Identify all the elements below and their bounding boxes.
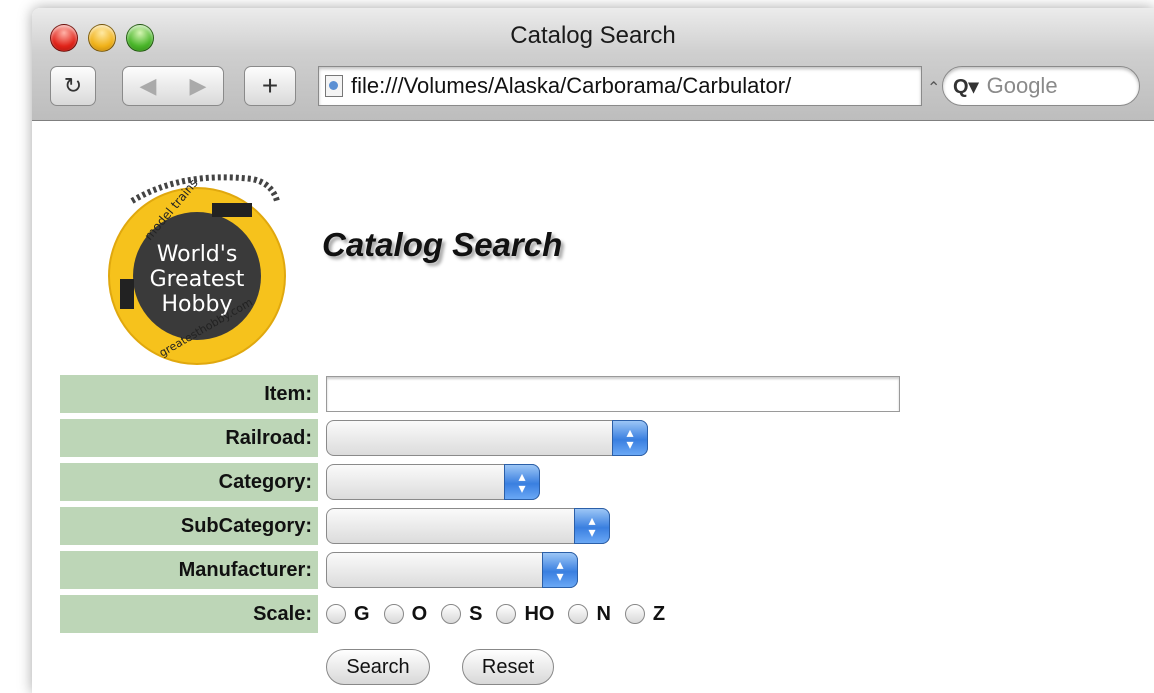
- greatest-hobby-logo: World's Greatest Hobby model trains grea…: [108, 174, 286, 365]
- subcategory-field-cell: ▴ ▾: [326, 507, 610, 545]
- select-arrows-icon: ▴ ▾: [612, 420, 648, 456]
- category-select[interactable]: ▴ ▾: [326, 464, 540, 500]
- scale-option-n[interactable]: N: [568, 602, 611, 626]
- titlebar: Catalog Search ↻ ◀ ▶ + file:///Volumes/A…: [32, 8, 1154, 121]
- search-icon[interactable]: Q▾: [953, 74, 979, 99]
- radio-button[interactable]: [568, 604, 589, 624]
- url-text: file:///Volumes/Alaska/Carborama/Carbula…: [351, 73, 792, 98]
- page-title: Catalog Search: [322, 226, 563, 263]
- window-title: Catalog Search: [510, 22, 676, 49]
- back-icon[interactable]: ◀: [140, 73, 157, 99]
- manufacturer-field-cell: ▴ ▾: [326, 551, 578, 589]
- back-forward-buttons: ◀ ▶: [122, 66, 224, 106]
- forward-icon[interactable]: ▶: [190, 73, 207, 99]
- category-field-cell: ▴ ▾: [326, 463, 540, 501]
- reload-icon: ↻: [63, 73, 83, 98]
- add-bookmark-button[interactable]: +: [244, 66, 296, 106]
- address-bar[interactable]: file:///Volumes/Alaska/Carborama/Carbula…: [318, 66, 922, 106]
- select-arrows-icon: ▴ ▾: [504, 464, 540, 500]
- radio-button[interactable]: [383, 604, 404, 624]
- search-button[interactable]: Search: [326, 649, 430, 685]
- scale-option-label: Z: [652, 602, 666, 625]
- scale-option-label: G: [354, 602, 370, 625]
- item-input[interactable]: [326, 376, 900, 412]
- radio-button[interactable]: [496, 604, 517, 624]
- scale-label: Scale:: [60, 595, 318, 633]
- plus-icon: +: [261, 70, 279, 101]
- search-field[interactable]: Q▾ Google: [942, 66, 1140, 106]
- logo-text-line2: Greatest: [150, 267, 245, 292]
- reload-button[interactable]: ↻: [50, 66, 96, 106]
- item-field-cell: [326, 375, 900, 413]
- category-label: Category:: [60, 463, 318, 501]
- url-dropdown-icon[interactable]: ⌃: [927, 78, 940, 98]
- scale-option-s[interactable]: S: [441, 603, 482, 626]
- page-icon: [325, 75, 343, 97]
- item-label: Item:: [60, 375, 318, 413]
- scale-option-label: O: [411, 602, 428, 625]
- scale-radio-group: G O S HO N Z: [326, 595, 679, 633]
- logo-text-line1: World's: [157, 242, 238, 267]
- manufacturer-select[interactable]: ▴ ▾: [326, 552, 578, 588]
- scale-option-g[interactable]: G: [326, 603, 370, 626]
- scale-option-ho[interactable]: HO: [496, 603, 554, 626]
- reset-button[interactable]: Reset: [462, 649, 554, 685]
- browser-window: Catalog Search ↻ ◀ ▶ + file:///Volumes/A…: [32, 8, 1154, 693]
- radio-button[interactable]: [326, 604, 346, 624]
- subcategory-label: SubCategory:: [60, 507, 318, 545]
- subcategory-select[interactable]: ▴ ▾: [326, 508, 610, 544]
- railroad-label: Railroad:: [60, 419, 318, 457]
- railroad-field-cell: ▴ ▾: [326, 419, 648, 457]
- select-arrows-icon: ▴ ▾: [574, 508, 610, 544]
- scale-option-o[interactable]: O: [383, 602, 428, 626]
- railroad-select[interactable]: ▴ ▾: [326, 420, 648, 456]
- scale-option-label: HO: [524, 602, 555, 625]
- radio-button[interactable]: [624, 604, 645, 624]
- select-arrows-icon: ▴ ▾: [542, 552, 578, 588]
- scale-option-label: N: [596, 602, 611, 625]
- scale-option-label: S: [469, 602, 483, 625]
- scale-option-z[interactable]: Z: [624, 602, 666, 626]
- page-content: World's Greatest Hobby model trains grea…: [32, 121, 1154, 693]
- search-placeholder: Google: [986, 73, 1058, 98]
- manufacturer-label: Manufacturer:: [60, 551, 318, 589]
- radio-button[interactable]: [441, 604, 462, 624]
